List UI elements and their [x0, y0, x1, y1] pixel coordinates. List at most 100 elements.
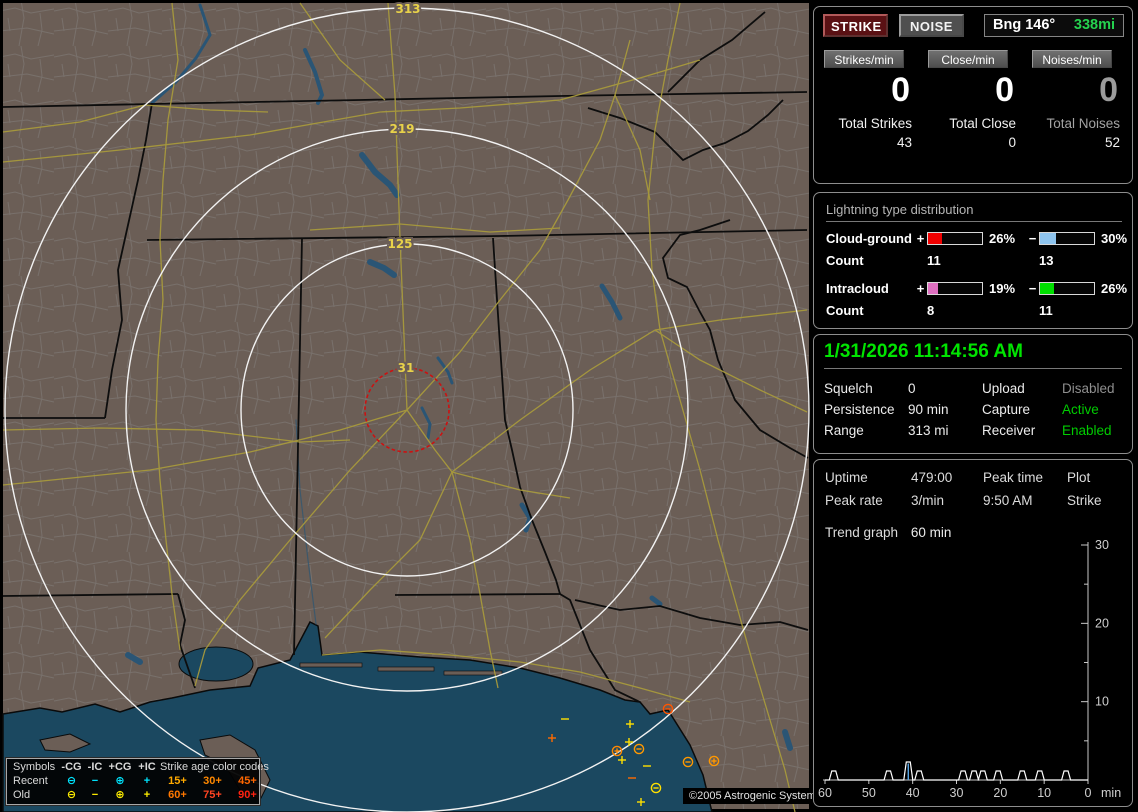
intracloud-count-row: Count 8 11 — [826, 303, 1132, 318]
bearing-readout: Bng 146° 338mi — [984, 14, 1124, 37]
trend-chart: 10 20 30 60 50 40 30 20 10 0 min — [818, 538, 1121, 800]
plot-value: Strike — [1067, 493, 1102, 508]
persistence-value: 90 min — [908, 402, 949, 417]
noises-per-min-button[interactable]: Noises/min — [1032, 50, 1112, 68]
count-label: Count — [826, 253, 864, 268]
svg-text:31: 31 — [398, 361, 415, 375]
svg-text:10: 10 — [1095, 695, 1109, 709]
close-column: Close/min 0 Total Close 0 — [928, 50, 1018, 150]
stats-panel: STRIKE NOISE Bng 146° 338mi Strikes/min … — [813, 6, 1133, 184]
range-label: Range — [824, 423, 864, 438]
age-90: 90+ — [238, 789, 257, 801]
squelch-value: 0 — [908, 381, 916, 396]
status-grid: Uptime 479:00 Peak time Plot Peak rate 3… — [825, 470, 1132, 508]
cloud-ground-label: Cloud-ground — [826, 231, 912, 246]
cloud-ground-count-row: Count 11 13 — [826, 253, 1132, 268]
legend-row-recent: Recent — [13, 775, 48, 787]
trend-panel: Uptime 479:00 Peak time Plot Peak rate 3… — [813, 459, 1133, 807]
cg-negative-bar — [1039, 232, 1095, 245]
close-per-min-value: 0 — [995, 71, 1014, 109]
cg-positive-bar — [927, 232, 983, 245]
total-strikes-label: Total Strikes — [838, 116, 912, 131]
cg-positive-pct: 26% — [989, 231, 1016, 246]
peak-rate-value: 3/min — [911, 493, 945, 508]
svg-text:313: 313 — [395, 2, 420, 16]
ic-neg-old-icon: − — [91, 789, 99, 801]
svg-text:20: 20 — [1095, 616, 1109, 630]
legend-col-ic-pos: +IC — [138, 761, 156, 773]
datetime-display: 1/31/2026 11:14:56 AM — [824, 341, 1122, 369]
copyright-text: ©2005 Astrogenic Systems — [683, 788, 828, 804]
svg-text:50: 50 — [862, 786, 876, 800]
svg-text:10: 10 — [1037, 786, 1051, 800]
capture-status: Active — [1062, 402, 1099, 417]
noise-toggle-button[interactable]: NOISE — [899, 14, 964, 37]
noises-column: Noises/min 0 Total Noises 52 — [1032, 50, 1122, 150]
cg-negative-count: 13 — [1039, 253, 1054, 268]
svg-text:0: 0 — [1085, 786, 1092, 800]
cg-neg-old-icon: ⊖ — [66, 789, 77, 801]
close-per-min-button[interactable]: Close/min — [928, 50, 1008, 68]
strikes-per-min-value: 0 — [891, 71, 910, 109]
age-60: 60+ — [168, 789, 187, 801]
ic-positive-count: 8 — [927, 303, 935, 318]
distribution-title: Lightning type distribution — [826, 202, 1122, 222]
minus-sign: − — [1028, 231, 1037, 246]
strikes-column: Strikes/min 0 Total Strikes 43 — [824, 50, 914, 150]
total-close-value: 0 — [1008, 135, 1016, 150]
peak-time-label: Peak time — [983, 470, 1044, 485]
ic-pos-old-icon: + — [143, 789, 151, 801]
persistence-label: Persistence — [824, 402, 895, 417]
cloud-ground-row: Cloud-ground + 26% − 30% — [826, 231, 1132, 246]
cg-neg-recent-icon: ⊖ — [66, 775, 77, 787]
legend-symbols-header: Symbols — [13, 761, 56, 773]
svg-text:30: 30 — [950, 786, 964, 800]
plus-sign: + — [916, 231, 925, 246]
ic-pos-recent-icon: + — [143, 775, 151, 787]
age-75: 75+ — [203, 789, 222, 801]
intracloud-row: Intracloud + 19% − 26% — [826, 281, 1132, 296]
total-close-label: Total Close — [949, 116, 1016, 131]
peak-time-value: 9:50 AM — [983, 493, 1033, 508]
svg-text:125: 125 — [387, 237, 412, 251]
ic-neg-recent-icon: − — [91, 775, 99, 787]
capture-label: Capture — [982, 402, 1031, 417]
legend-row-old: Old — [13, 789, 31, 801]
range-value: 313 mi — [908, 423, 949, 438]
strikes-per-min-button[interactable]: Strikes/min — [824, 50, 904, 68]
legend-col-cg-neg: -CG — [61, 761, 82, 773]
age-45: 45+ — [238, 775, 257, 787]
bearing-value: Bng 146° — [993, 17, 1056, 33]
count-label: Count — [826, 303, 864, 318]
bearing-range-value: 338mi — [1073, 17, 1115, 33]
nexstorm-window: { "window": { "copyright": "©2005 Astrog… — [0, 0, 1138, 812]
strike-toggle-button[interactable]: STRIKE — [823, 14, 888, 37]
svg-text:219: 219 — [389, 122, 414, 136]
plus-sign: + — [916, 281, 925, 296]
clock-panel: 1/31/2026 11:14:56 AM Squelch 0 Upload D… — [813, 334, 1133, 454]
ic-positive-bar — [927, 282, 983, 295]
ic-negative-count: 11 — [1039, 303, 1053, 318]
upload-status: Disabled — [1062, 381, 1115, 396]
svg-text:60: 60 — [818, 786, 832, 800]
total-noises-label: Total Noises — [1046, 116, 1120, 131]
uptime-label: Uptime — [825, 470, 868, 485]
plot-label: Plot — [1067, 470, 1091, 485]
legend-age-title: Strike age color codes — [160, 761, 269, 773]
map[interactable]: 313 219 125 31 Symbols -CG -IC +CG +IC S… — [0, 0, 828, 812]
legend-col-cg-pos: +CG — [108, 761, 132, 773]
receiver-label: Receiver — [982, 423, 1036, 438]
ic-positive-pct: 19% — [989, 281, 1016, 296]
uptime-value: 479:00 — [911, 470, 953, 485]
strike-legend: Symbols -CG -IC +CG +IC Strike age color… — [5, 757, 269, 806]
total-noises-value: 52 — [1104, 135, 1120, 150]
peak-rate-label: Peak rate — [825, 493, 883, 508]
svg-text:30: 30 — [1095, 538, 1109, 552]
distribution-panel: Lightning type distribution Cloud-ground… — [813, 192, 1133, 329]
age-15: 15+ — [168, 775, 187, 787]
svg-text:40: 40 — [906, 786, 920, 800]
minus-sign: − — [1028, 281, 1037, 296]
total-strikes-value: 43 — [896, 135, 912, 150]
noises-per-min-value: 0 — [1099, 71, 1118, 109]
settings-grid: Squelch 0 Upload Disabled Persistence 90… — [824, 381, 1132, 438]
